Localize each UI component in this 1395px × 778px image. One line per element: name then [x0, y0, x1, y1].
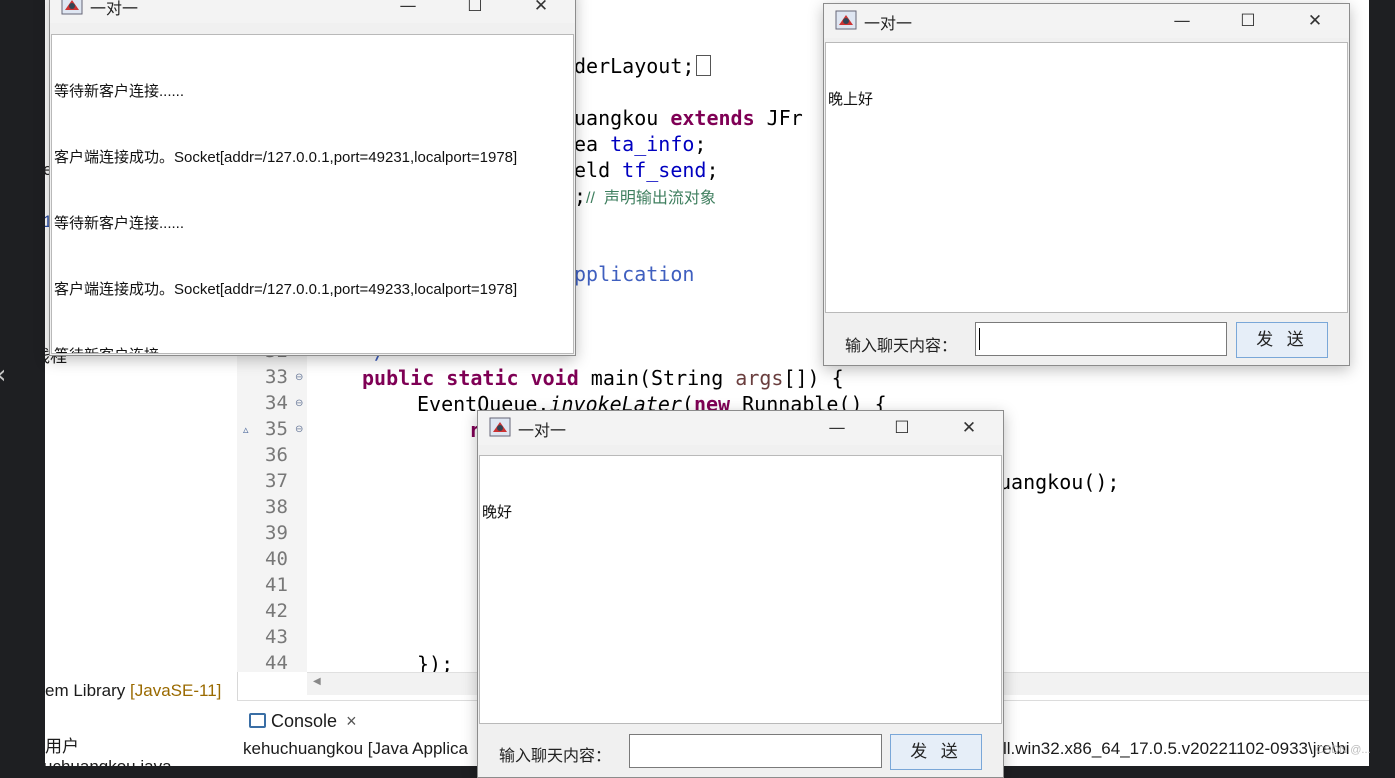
code-line-field-send: eld tf_send; — [574, 158, 719, 182]
console-run-label: kehuchuangkou [Java Applica — [243, 739, 468, 758]
log-line: 客户端连接成功。Socket[addr=/127.0.0.1,port=4923… — [54, 149, 518, 166]
left-chevron-icon[interactable]: ‹ — [0, 360, 6, 390]
log-line: 等待新客户连接...... — [54, 83, 185, 100]
client1-window-title: 一对一 — [864, 14, 913, 33]
chat-message: 晚上好 — [828, 91, 874, 108]
jre-library-item[interactable]: em Library [JavaSE-11] — [45, 681, 221, 701]
code-line-field-info: ea ta_info; — [574, 132, 707, 156]
line-number: 44 — [265, 652, 288, 674]
client2-window-title: 一对一 — [518, 421, 567, 440]
server-log-area[interactable]: 等待新客户连接...... 客户端连接成功。Socket[addr=/127.0… — [51, 34, 574, 354]
client-window-2: 一对一 — ☐ ✕ 晚好 输入聊天内容： 发 送 — [477, 410, 1004, 778]
line-number: 41 — [265, 574, 288, 596]
client-window-1: 一对一 — ☐ ✕ 晚上好 输入聊天内容： 发 送 — [823, 3, 1350, 366]
minimize-button[interactable]: — — [815, 411, 859, 445]
line-number: 35 — [265, 418, 288, 440]
client1-titlebar[interactable]: 一对一 — ☐ ✕ — [824, 4, 1349, 38]
close-button[interactable]: ✕ — [1293, 4, 1337, 38]
line-number: 38 — [265, 496, 288, 518]
tab-console[interactable]: Console × — [243, 705, 363, 737]
code-line-comment: ;// 声明输出流对象 — [574, 184, 716, 208]
client1-message-input[interactable] — [975, 322, 1227, 356]
line-number: 40 — [265, 548, 288, 570]
server-window: 一对一 — ☐ ✕ 等待新客户连接...... 客户端连接成功。Socket[a… — [49, 0, 576, 356]
client1-input-label: 输入聊天内容： — [845, 336, 958, 355]
client2-chat-area[interactable]: 晚好 — [479, 455, 1002, 724]
client2-send-button[interactable]: 发 送 — [890, 734, 982, 770]
package-user[interactable]: 用户 — [45, 732, 79, 757]
line-number: 39 — [265, 522, 288, 544]
close-button[interactable]: ✕ — [947, 411, 991, 445]
cursor-box — [696, 55, 712, 76]
line-number: 43 — [265, 626, 288, 648]
code-line-import: derLayout; — [574, 54, 712, 78]
jre-library-tag: [JavaSE-11] — [130, 681, 222, 700]
log-line: 客户端连接成功。Socket[addr=/127.0.0.1,port=4923… — [54, 281, 518, 298]
client2-input-label: 输入聊天内容： — [499, 746, 612, 765]
minimize-button[interactable]: — — [386, 0, 430, 23]
code-line-javadoc: pplication — [574, 262, 695, 286]
console-close-icon[interactable]: × — [346, 711, 357, 731]
line-number: 33 — [265, 366, 288, 388]
fold-collapse-icon[interactable]: ⊖ — [295, 424, 303, 435]
line-number: 34 — [265, 392, 288, 414]
java-app-icon — [489, 417, 511, 437]
maximize-button[interactable]: ☐ — [880, 411, 924, 445]
code-line-37-tail: uangkou(); — [999, 470, 1120, 494]
line-number: 36 — [265, 444, 288, 466]
console-icon — [249, 713, 266, 728]
server-titlebar[interactable]: 一对一 — ☐ ✕ — [50, 0, 575, 23]
java-file-item[interactable]: uchuangkou.java — [45, 757, 172, 766]
client1-chat-area[interactable]: 晚上好 — [825, 42, 1348, 313]
chat-message: 晚好 — [482, 504, 513, 521]
code-line-class: uangkou extends JFr — [574, 106, 803, 130]
log-line: 等待新客户连接...... — [54, 215, 185, 232]
scroll-left-icon[interactable]: ◀ — [313, 676, 321, 687]
override-marker-icon: ▵ — [243, 423, 249, 436]
line-number: 42 — [265, 600, 288, 622]
fold-collapse-icon[interactable]: ⊖ — [295, 372, 303, 383]
client2-titlebar[interactable]: 一对一 — ☐ ✕ — [478, 411, 1003, 445]
client2-message-input[interactable] — [629, 734, 882, 768]
java-app-icon — [61, 0, 83, 15]
tab-console-label: Console — [271, 711, 338, 731]
watermark: CSDN @... — [1316, 744, 1371, 756]
java-app-icon — [835, 10, 857, 30]
minimize-button[interactable]: — — [1160, 4, 1204, 38]
client1-send-button[interactable]: 发 送 — [1236, 322, 1328, 358]
text-caret — [979, 328, 980, 350]
maximize-button[interactable]: ☐ — [453, 0, 497, 23]
fold-collapse-icon[interactable]: ⊖ — [295, 398, 303, 409]
log-line: 等待新客户连接...... — [54, 345, 571, 353]
close-button[interactable]: ✕ — [519, 0, 563, 23]
jre-library-label: em Library — [45, 681, 126, 700]
server-window-title: 一对一 — [90, 0, 139, 18]
code-line-33: public static void main(String args[]) { — [362, 366, 844, 390]
line-number: 37 — [265, 470, 288, 492]
maximize-button[interactable]: ☐ — [1226, 4, 1270, 38]
console-run-path: ll.win32.x86_64_17.0.5.v20221102-0933\jr… — [1003, 739, 1350, 758]
